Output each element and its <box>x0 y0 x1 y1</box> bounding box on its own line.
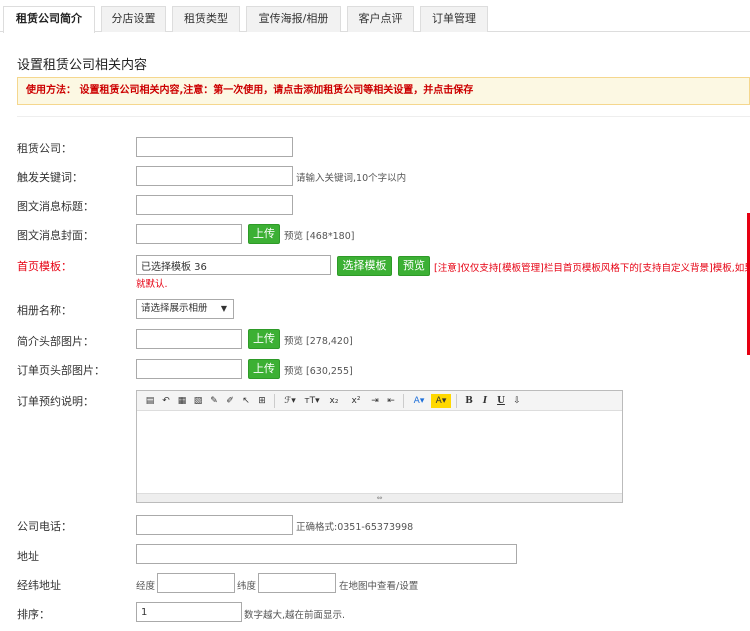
intro-header-input[interactable] <box>136 329 242 349</box>
paste-text-icon[interactable]: ▧ <box>191 394 205 408</box>
album-label: 相册名称： <box>17 304 72 317</box>
outdent-icon[interactable]: ⇤ <box>384 394 398 408</box>
address-input[interactable] <box>136 544 517 564</box>
editor-resize-handle[interactable]: ⇔ <box>137 493 622 502</box>
phone-hint: 正确格式:0351-65373998 <box>296 522 414 533</box>
tab-customer-reviews[interactable]: 客户点评 <box>347 6 414 32</box>
chevron-down-icon: ▼ <box>220 304 227 313</box>
tab-rental-types[interactable]: 租赁类型 <box>172 6 240 32</box>
editor-content-area[interactable] <box>137 411 622 495</box>
lat-label: 纬度 <box>237 581 257 592</box>
undo-icon[interactable]: ↶ <box>159 394 173 408</box>
order-header-preview-link[interactable]: 预览 [630,255] <box>284 363 353 377</box>
address-label: 地址 <box>17 550 39 563</box>
divider <box>17 116 750 117</box>
editor-toolbar: ▤ ↶ ▦ ▧ ✎ ✐ ↖ ⊞ ℱ▾ тT▾ x₂ x² ⇥ ⇤ A▾ A▾ B I U ⇩ <box>137 391 622 411</box>
template-note-cont: 就默认. <box>136 279 168 290</box>
source-icon[interactable]: ▤ <box>143 394 157 408</box>
msg-cover-label: 图文消息封面： <box>17 229 94 242</box>
indent-icon[interactable]: ⇥ <box>368 394 382 408</box>
home-template-input[interactable] <box>136 255 331 275</box>
sort-hint: 数字越大,越在前面显示. <box>244 610 346 621</box>
paste-icon[interactable]: ▦ <box>175 394 189 408</box>
select-icon[interactable]: ↖ <box>239 394 253 408</box>
sort-input[interactable] <box>136 602 242 622</box>
more-icon[interactable]: ⇩ <box>510 394 524 408</box>
toolbar-separator <box>456 393 457 408</box>
order-header-label: 订单页头部图片： <box>17 364 105 377</box>
lat-input[interactable] <box>258 573 336 593</box>
highlight-icon[interactable]: A▾ <box>431 393 451 408</box>
page-title: 设置租赁公司相关内容 <box>17 58 148 73</box>
msg-title-label: 图文消息标题： <box>17 200 94 213</box>
toolbar-separator <box>274 393 275 408</box>
order-desc-label: 订单预约说明： <box>17 395 94 408</box>
preview-template-button[interactable]: 预览 <box>398 256 430 276</box>
font-color-icon[interactable]: A▾ <box>409 394 429 408</box>
msg-title-input[interactable] <box>136 195 293 215</box>
company-label: 租赁公司： <box>17 142 72 155</box>
select-template-button[interactable]: 选择模板 <box>337 256 392 276</box>
phone-input[interactable] <box>136 515 293 535</box>
font-size-icon[interactable]: тT▾ <box>302 394 322 408</box>
table-icon[interactable]: ⊞ <box>255 394 269 408</box>
tab-branch-settings[interactable]: 分店设置 <box>101 6 166 32</box>
home-template-label: 首页模板： <box>17 260 72 273</box>
notice-label: 使用方法： <box>26 85 76 96</box>
superscript-icon[interactable]: x² <box>346 394 366 408</box>
album-select[interactable]: 请选择展示相册 ▼ <box>136 299 234 319</box>
tab-poster-album[interactable]: 宣传海报/相册 <box>246 6 341 32</box>
notice-text: 设置租赁公司相关内容,注意：第一次使用，请点击添加租赁公司等相关设置，并点击保存 <box>79 85 474 96</box>
order-header-input[interactable] <box>136 359 242 379</box>
intro-header-label: 简介头部图片： <box>17 335 94 348</box>
keyword-label: 触发关键词： <box>17 171 83 184</box>
intro-header-upload-button[interactable]: 上传 <box>248 329 280 349</box>
map-view-link[interactable]: 在地图中查看/设置 <box>339 578 418 592</box>
underline-icon[interactable]: U <box>494 394 508 408</box>
usage-notice: 使用方法： 设置租赁公司相关内容,注意：第一次使用，请点击添加租赁公司等相关设置… <box>17 77 750 105</box>
lng-label: 经度 <box>136 581 156 592</box>
intro-header-preview-link[interactable]: 预览 [278,420] <box>284 333 353 347</box>
tab-company-intro[interactable]: 租赁公司简介 <box>3 6 95 33</box>
clear-format-icon[interactable]: ✎ <box>207 394 221 408</box>
keyword-input[interactable] <box>136 166 293 186</box>
company-input[interactable] <box>136 137 293 157</box>
bold-icon[interactable]: B <box>462 394 476 408</box>
tab-order-management[interactable]: 订单管理 <box>420 6 488 32</box>
rich-text-editor[interactable]: ▤ ↶ ▦ ▧ ✎ ✐ ↖ ⊞ ℱ▾ тT▾ x₂ x² ⇥ ⇤ A▾ A▾ B I U ⇩ ⇔ <box>136 390 623 503</box>
phone-label: 公司电话： <box>17 520 72 533</box>
sort-label: 排序： <box>17 608 50 621</box>
italic-icon[interactable]: I <box>478 394 492 408</box>
format-painter-icon[interactable]: ✐ <box>223 394 237 408</box>
album-select-value: 请选择展示相册 <box>141 303 208 314</box>
template-note: [注意]仅仅支持[模板管理]栏目首页模板风格下的[支持自定义背景]模板,如果没有 <box>434 263 750 274</box>
msg-cover-upload-button[interactable]: 上传 <box>248 224 280 244</box>
msg-cover-input[interactable] <box>136 224 242 244</box>
coords-label: 经纬地址 <box>17 579 61 592</box>
tab-bar: 租赁公司简介 分店设置 租赁类型 宣传海报/相册 客户点评 订单管理 <box>0 0 750 33</box>
font-family-icon[interactable]: ℱ▾ <box>280 394 300 408</box>
keyword-hint: 请输入关键词,10个字以内 <box>296 173 407 184</box>
toolbar-separator <box>403 393 404 408</box>
lng-input[interactable] <box>157 573 235 593</box>
msg-cover-preview-link[interactable]: 预览 [468*180] <box>284 228 354 242</box>
order-header-upload-button[interactable]: 上传 <box>248 359 280 379</box>
subscript-icon[interactable]: x₂ <box>324 394 344 408</box>
